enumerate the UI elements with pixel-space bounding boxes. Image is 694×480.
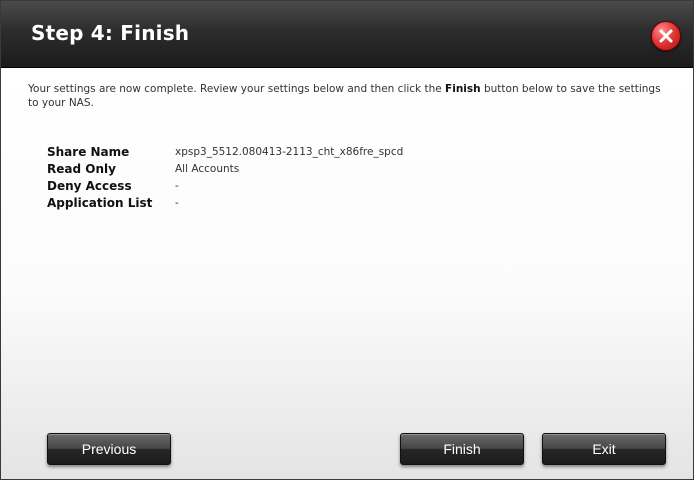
intro-finish-keyword: Finish: [445, 83, 481, 95]
read-only-value: All Accounts: [175, 162, 240, 175]
read-only-label: Read Only: [47, 161, 116, 176]
dialog-title: Step 4: Finish: [31, 21, 190, 45]
close-button[interactable]: [651, 21, 681, 51]
deny-access-value: -: [175, 179, 179, 192]
application-list-value: -: [175, 196, 179, 209]
share-name-label: Share Name: [47, 144, 130, 159]
wizard-dialog: Step 4: Finish Your settings are now com…: [0, 0, 694, 480]
intro-text: Your settings are now complete. Review y…: [28, 82, 668, 110]
summary-row-share-name: Share Name xpsp3_5512.080413-2113_cht_x8…: [47, 143, 403, 160]
exit-button[interactable]: Exit: [542, 433, 666, 465]
settings-summary: Share Name xpsp3_5512.080413-2113_cht_x8…: [47, 143, 403, 211]
intro-text-start: Your settings are now complete. Review y…: [28, 83, 446, 95]
finish-button[interactable]: Finish: [400, 433, 524, 465]
previous-button[interactable]: Previous: [47, 433, 171, 465]
summary-row-read-only: Read Only All Accounts: [47, 160, 403, 177]
summary-row-application-list: Application List -: [47, 194, 403, 211]
close-icon: [659, 29, 673, 43]
title-bar: Step 4: Finish: [1, 1, 693, 68]
dialog-content: Your settings are now complete. Review y…: [1, 68, 693, 479]
summary-row-deny-access: Deny Access -: [47, 177, 403, 194]
deny-access-label: Deny Access: [47, 178, 132, 193]
share-name-value: xpsp3_5512.080413-2113_cht_x86fre_spcd: [175, 145, 404, 158]
application-list-label: Application List: [47, 195, 153, 210]
